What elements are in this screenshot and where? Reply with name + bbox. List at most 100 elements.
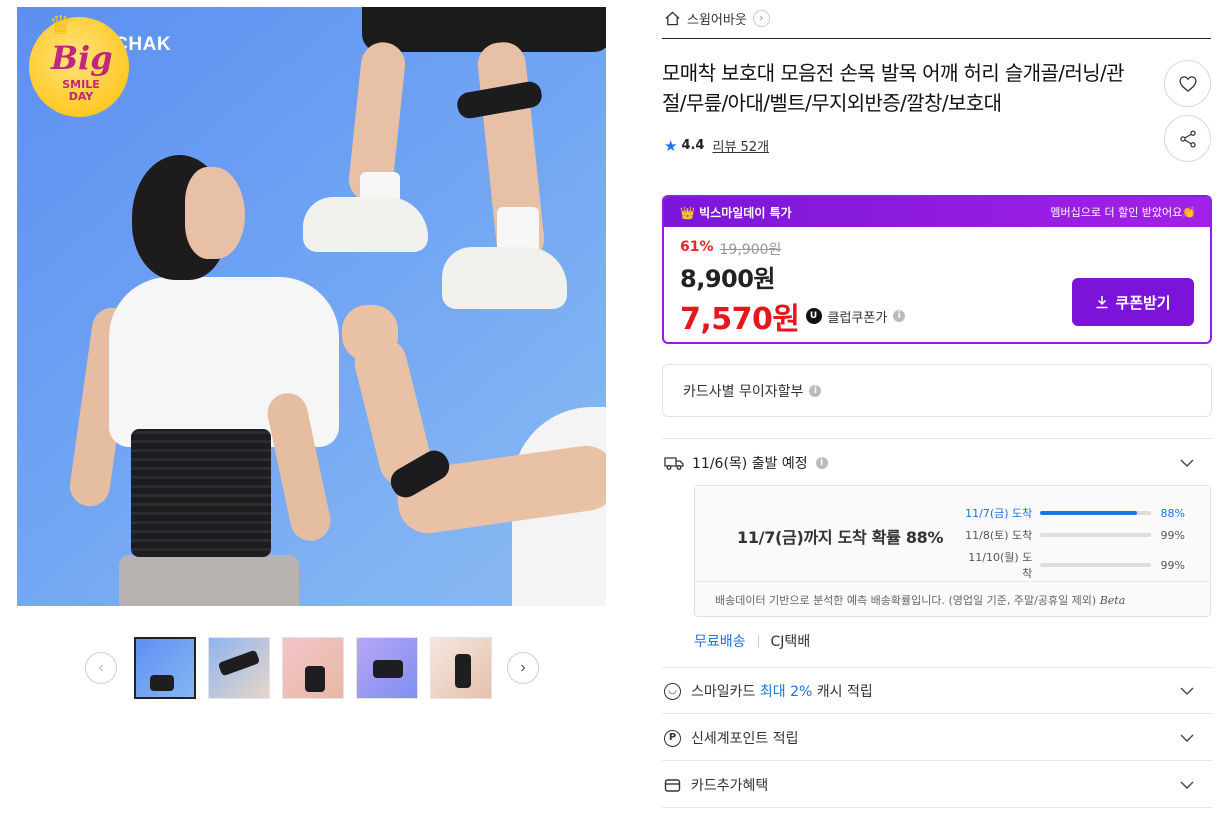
figure-face <box>185 167 245 259</box>
forecast-date: 11/7(금) 도착 <box>965 507 1033 520</box>
depart-label: 11/6(목) 출발 예정 <box>692 456 808 472</box>
figure-sock <box>497 207 539 252</box>
deal-header: 👑 빅스마일데이 특가 멤버십으로 더 할인 받았어요👏 <box>664 197 1210 227</box>
back-brace-product <box>131 429 271 557</box>
home-icon <box>665 11 680 26</box>
card-icon <box>664 778 681 792</box>
crown-icon: ♛ <box>49 11 73 41</box>
divider <box>662 713 1212 714</box>
divider <box>757 634 759 648</box>
info-icon[interactable]: i <box>815 457 828 469</box>
thumbnail-3[interactable] <box>282 637 344 699</box>
heart-icon <box>1178 75 1197 92</box>
thumb-brace-shape <box>150 675 174 691</box>
club-price-label: 클럽쿠폰가 <box>827 310 888 326</box>
download-icon <box>1096 296 1108 309</box>
point-p-icon: P <box>664 729 681 747</box>
coupon-download-button[interactable]: 쿠폰받기 <box>1072 278 1194 326</box>
chevron-left-icon: ‹ <box>98 659 104 676</box>
forecast-bar-track <box>1040 511 1151 515</box>
benefit-label: 신세계포인트 적립 <box>691 731 799 747</box>
forecast-date: 11/8(토) 도착 <box>965 529 1033 542</box>
divider <box>662 438 1212 439</box>
gallery-next-button[interactable]: › <box>507 652 539 684</box>
divider <box>662 807 1212 808</box>
main-product-image[interactable]: ECHAK ♛ Big SMILE DAY <box>17 7 606 606</box>
info-icon[interactable]: i <box>809 384 822 397</box>
benefit-label: 카드추가혜택 <box>691 778 769 794</box>
forecast-top: 11/7(금)까지 도착 확률 88% 11/7(금) 도착 88% 11/8(… <box>695 486 1210 582</box>
figure-fist <box>342 305 398 361</box>
thumb-wrist-shape <box>373 660 403 678</box>
free-shipping-label: 무료배송 <box>694 634 746 650</box>
deal-body: 61% 19,900원 8,900원 7,570원 U 클럽쿠폰가 i 쿠폰받기 <box>664 227 1210 342</box>
rating-row: ★ 4.4 리뷰 52개 <box>664 136 769 156</box>
chevron-right-icon: › <box>752 10 770 27</box>
shipping-row[interactable]: 11/6(목) 출발 예정 i <box>664 453 1212 473</box>
share-button[interactable] <box>1164 115 1211 162</box>
review-count-link[interactable]: 리뷰 52개 <box>712 136 769 155</box>
forecast-percent: 99% <box>1160 528 1185 542</box>
shop-link[interactable]: 스윔어바웃 › <box>664 9 770 28</box>
deal-box: 👑 빅스마일데이 특가 멤버십으로 더 할인 받았어요👏 61% 19,900원… <box>662 195 1212 344</box>
thumbnail-1[interactable] <box>134 637 196 699</box>
thumb-elbow-shape <box>455 654 471 688</box>
thumb-ankle-shape <box>305 666 325 692</box>
divider <box>662 760 1212 761</box>
thumbnail-4[interactable] <box>356 637 418 699</box>
original-price-row: 61% 19,900원 <box>680 239 1194 259</box>
forecast-date: 11/10(월) 도착 <box>968 551 1033 580</box>
coupon-button-label: 쿠폰받기 <box>1115 294 1171 312</box>
figure-shoe <box>442 247 567 309</box>
thumbnail-2[interactable] <box>208 637 270 699</box>
info-icon[interactable]: i <box>893 310 906 322</box>
chevron-down-icon <box>1180 459 1194 467</box>
benefit-row-smilecard[interactable]: ◡ 스마일카드 최대 2% 캐시 적립 <box>664 679 1212 703</box>
badge-big-text: Big <box>51 39 113 77</box>
deal-header-membership[interactable]: 멤버십으로 더 할인 받았어요👏 <box>1050 204 1196 220</box>
share-icon <box>1179 129 1196 148</box>
beta-label: Beta <box>1099 594 1126 607</box>
shop-name: 스윔어바웃 <box>687 13 747 28</box>
benefit-row-shinsegae-point[interactable]: P 신세계포인트 적립 <box>664 726 1212 750</box>
chevron-down-icon <box>1180 687 1194 695</box>
forecast-percent: 88% <box>1160 506 1185 520</box>
forecast-row: 11/10(월) 도착 99% <box>965 549 1185 581</box>
chevron-right-icon: › <box>520 659 526 676</box>
forecast-percent: 99% <box>1160 558 1185 572</box>
installment-label: 카드사별 무이자할부 <box>683 383 804 400</box>
forecast-row: 11/7(금) 도착 88% <box>965 505 1185 521</box>
installment-info[interactable]: 카드사별 무이자할부 i <box>662 364 1212 417</box>
gallery-prev-button[interactable]: ‹ <box>85 652 117 684</box>
figure-shoe <box>303 197 428 252</box>
figure-pants <box>119 555 299 606</box>
chevron-down-icon <box>1180 781 1194 789</box>
thumb-strap-shape <box>217 649 261 677</box>
wishlist-button[interactable] <box>1164 60 1211 107</box>
forecast-headline: 11/7(금)까지 도착 확률 88% <box>737 528 944 547</box>
carrier-label: CJ택배 <box>770 634 811 650</box>
big-smile-day-badge: ♛ Big SMILE DAY <box>29 11 129 117</box>
forecast-note: 배송데이터 기반으로 분석한 예측 배송확률입니다. (영업일 기준, 주말/공… <box>715 594 1126 607</box>
badge-smile-day-text: SMILE DAY <box>62 78 100 103</box>
benefit-row-card-benefits[interactable]: 카드추가혜택 <box>664 773 1212 797</box>
forecast-bar-track <box>1040 533 1151 537</box>
truck-icon <box>664 457 684 470</box>
figure-shorts <box>362 7 606 52</box>
star-icon: ★ <box>664 136 678 155</box>
benefit-label: 스마일카드 최대 2% 캐시 적립 <box>691 684 873 700</box>
forecast-bar-fill <box>1040 511 1138 515</box>
original-price: 19,900원 <box>719 242 782 258</box>
deal-header-title: 👑 빅스마일데이 특가 <box>680 205 792 220</box>
club-u-icon: U <box>805 308 822 324</box>
divider <box>662 38 1211 39</box>
forecast-row: 11/8(토) 도착 99% <box>965 527 1185 543</box>
rating-score: 4.4 <box>681 138 705 153</box>
discount-percent: 61% <box>680 239 714 255</box>
thumbnail-5[interactable] <box>430 637 492 699</box>
delivery-forecast-box: 11/7(금)까지 도착 확률 88% 11/7(금) 도착 88% 11/8(… <box>694 485 1211 617</box>
product-title: 모매착 보호대 모음전 손목 발목 어깨 허리 슬개골/러닝/관절/무릎/아대/… <box>662 61 1125 115</box>
smile-card-icon: ◡ <box>664 682 681 700</box>
divider <box>662 667 1212 668</box>
club-price: 7,570원 <box>680 302 800 337</box>
